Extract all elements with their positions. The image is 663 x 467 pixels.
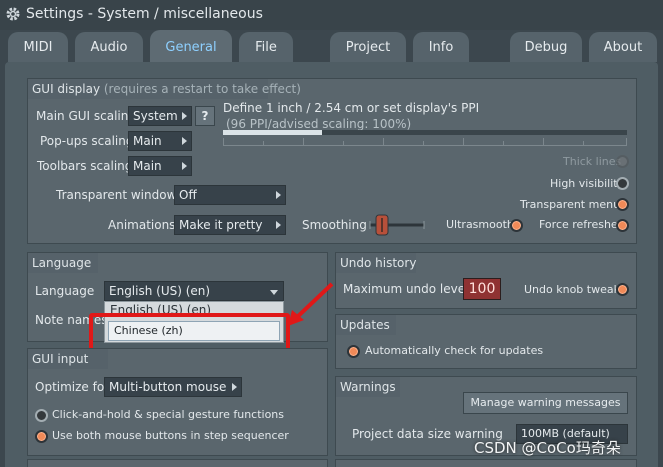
- force-refreshes-label: Force refreshes: [539, 218, 624, 231]
- ultrasmooth-label: Ultrasmooth: [446, 218, 514, 231]
- annotation-arrow: [288, 282, 334, 326]
- max-undo-label: Maximum undo levels: [343, 282, 475, 296]
- tab-debug[interactable]: Debug: [510, 32, 582, 62]
- undo-knob-toggle[interactable]: [616, 283, 629, 296]
- gear-icon: [6, 7, 20, 21]
- main-scaling-value: System: [133, 109, 178, 123]
- popups-scaling-label: Pop-ups scaling: [40, 134, 134, 148]
- right-bottom-panel: [335, 459, 637, 467]
- ppi-title: Define 1 inch / 2.54 cm or set display's…: [223, 101, 480, 115]
- manage-warnings-button[interactable]: Manage warning messages: [463, 392, 628, 414]
- optimize-for-label: Optimize for: [35, 380, 110, 394]
- left-bottom-panel: [27, 459, 328, 467]
- toolbars-scaling-value: Main: [133, 159, 162, 173]
- toolbars-scaling-label: Toolbars scaling: [37, 159, 133, 173]
- title-bar: Settings - System / miscellaneous: [0, 0, 663, 30]
- force-refreshes-toggle[interactable]: [616, 219, 629, 232]
- language-label: Language: [35, 284, 95, 298]
- window-title: Settings - System / miscellaneous: [26, 6, 263, 22]
- transparent-menus-label: Transparent menus: [520, 198, 626, 211]
- chevron-down-icon: [270, 290, 278, 295]
- chevron-right-icon: [182, 162, 187, 170]
- transparent-windows-label: Transparent windows: [56, 188, 183, 202]
- gui-display-hint: (requires a restart to take effect): [103, 82, 301, 96]
- optimize-for-value: Multi-button mouse: [109, 380, 227, 394]
- gui-display-title: GUI display: [32, 82, 101, 96]
- auto-update-toggle[interactable]: [347, 345, 360, 358]
- language-header: Language: [28, 253, 98, 273]
- chevron-right-icon: [232, 383, 237, 391]
- auto-update-label: Automatically check for updates: [365, 344, 544, 357]
- ultrasmooth-toggle[interactable]: [510, 219, 523, 232]
- transparent-windows-value: Off: [179, 188, 197, 202]
- max-undo-value[interactable]: 100: [463, 278, 501, 300]
- both-buttons-toggle[interactable]: [35, 430, 48, 443]
- tab-file[interactable]: File: [239, 32, 293, 62]
- click-hold-label: Click-and-hold & special gesture functio…: [52, 408, 285, 421]
- ppi-ruler: [223, 138, 627, 146]
- undo-history-header: Undo history: [336, 253, 416, 273]
- popups-scaling-value: Main: [133, 134, 162, 148]
- chevron-right-icon: [182, 137, 187, 145]
- warnings-header: Warnings: [336, 377, 400, 397]
- language-select[interactable]: English (US) (en): [104, 281, 284, 301]
- ppi-slider[interactable]: [223, 130, 627, 135]
- updates-header: Updates: [336, 315, 396, 335]
- updates-panel: Updates: [335, 314, 637, 369]
- gui-input-header: GUI input: [28, 349, 108, 369]
- tab-midi[interactable]: MIDI: [8, 32, 68, 62]
- watermark: CSDN @CoCo玛奇朵: [474, 439, 621, 457]
- high-visibility-toggle[interactable]: [616, 177, 629, 190]
- animations-label: Animations: [108, 218, 176, 232]
- main-scaling-select[interactable]: System: [128, 106, 192, 126]
- tab-project[interactable]: Project: [330, 32, 406, 62]
- thick-lines-toggle[interactable]: [616, 155, 629, 168]
- tab-info[interactable]: Info: [413, 32, 469, 62]
- tab-audio[interactable]: Audio: [75, 32, 143, 62]
- ppi-status: (96 PPI/advised scaling: 100%): [226, 117, 412, 131]
- smoothing-label: Smoothing: [302, 218, 367, 232]
- chevron-right-icon: [182, 112, 187, 120]
- high-visibility-label: High visibility: [550, 177, 625, 190]
- transparent-windows-select[interactable]: Off: [174, 185, 286, 205]
- help-button[interactable]: ?: [195, 106, 215, 126]
- tab-about[interactable]: About: [589, 32, 657, 62]
- optimize-for-select[interactable]: Multi-button mouse: [104, 377, 242, 397]
- click-hold-toggle[interactable]: [35, 409, 48, 422]
- gui-display-header: GUI display (requires a restart to take …: [28, 79, 301, 99]
- ppi-slider-fill: [223, 130, 322, 135]
- main-scaling-label: Main GUI scaling: [36, 109, 136, 123]
- toolbars-scaling-select[interactable]: Main: [128, 156, 192, 176]
- language-value: English (US) (en): [109, 284, 211, 298]
- both-buttons-label: Use both mouse buttons in step sequencer: [52, 429, 289, 442]
- ruler-ticks: [223, 138, 627, 146]
- animations-value: Make it pretty: [179, 218, 263, 232]
- chevron-right-icon: [276, 191, 281, 199]
- popups-scaling-select[interactable]: Main: [128, 131, 192, 151]
- animations-select[interactable]: Make it pretty: [174, 215, 286, 235]
- smoothing-slider-graphic: [369, 214, 425, 236]
- undo-knob-label: Undo knob tweaks: [524, 283, 626, 296]
- thick-lines-label: Thick lines: [563, 155, 622, 168]
- smoothing-slider[interactable]: [366, 212, 428, 238]
- chevron-right-icon: [276, 221, 281, 229]
- transparent-menus-toggle[interactable]: [616, 198, 629, 211]
- tab-general[interactable]: General: [150, 30, 232, 64]
